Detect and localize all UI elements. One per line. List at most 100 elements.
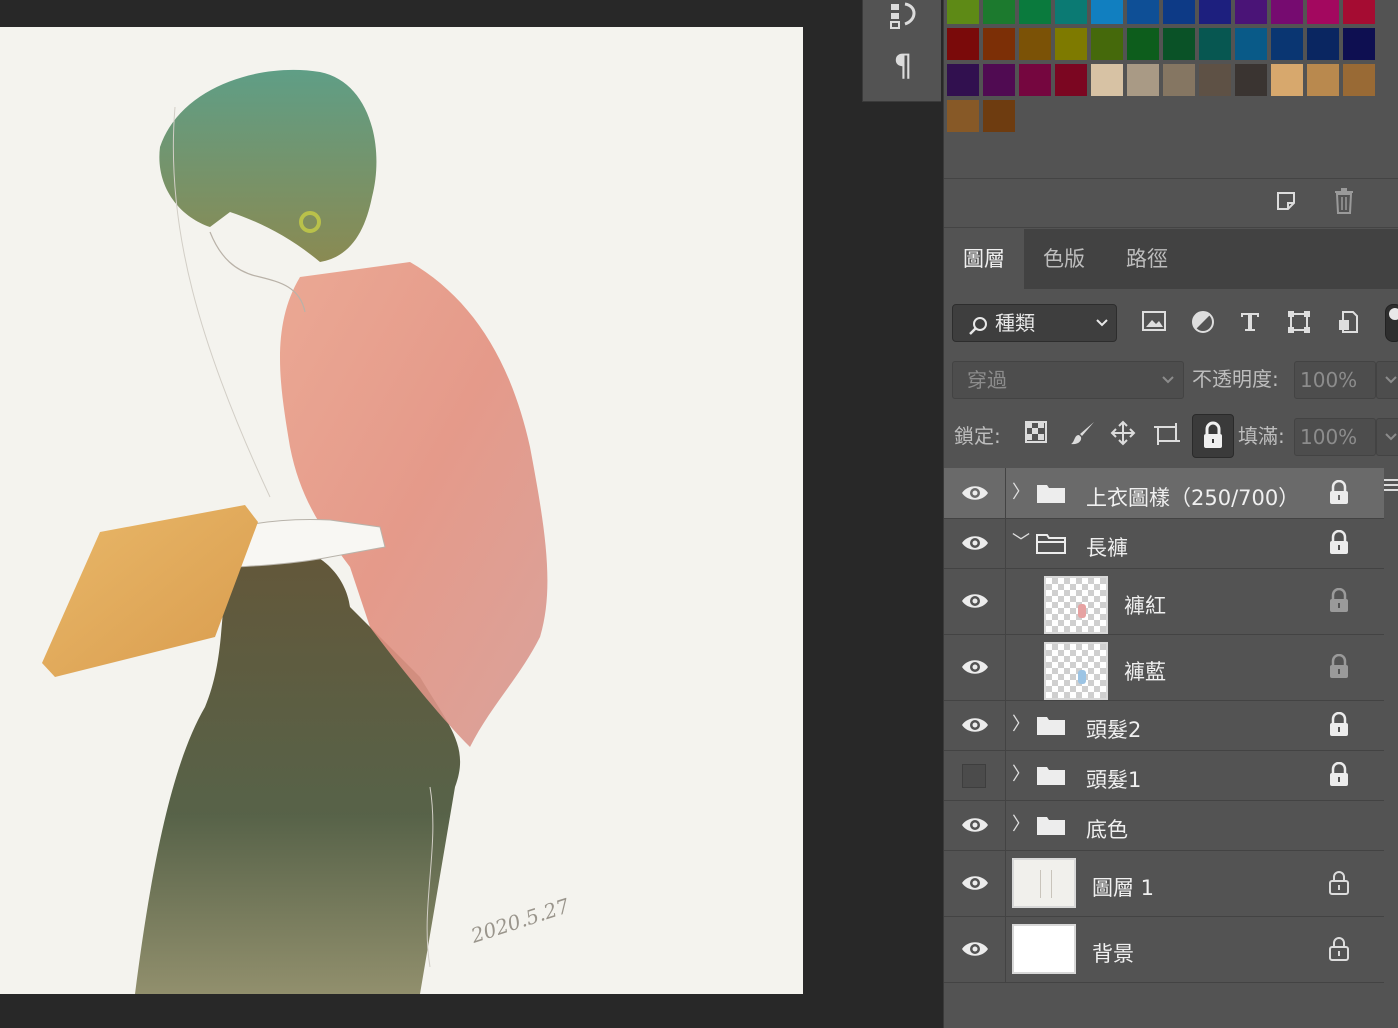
color-swatch[interactable]	[1019, 64, 1051, 96]
layer-row-pants-red[interactable]: 褲紅	[944, 568, 1384, 635]
visibility-separator	[1005, 634, 1006, 700]
color-swatch[interactable]	[1127, 64, 1159, 96]
blend-mode-select[interactable]: 穿過	[952, 361, 1184, 399]
color-swatch[interactable]	[1019, 0, 1051, 24]
color-swatch[interactable]	[983, 0, 1015, 24]
tab-channels[interactable]: 色版	[1024, 229, 1104, 289]
layer-row-pants-blue[interactable]: 褲藍	[944, 634, 1384, 701]
color-swatch[interactable]	[1091, 64, 1123, 96]
color-swatch[interactable]	[947, 0, 979, 24]
color-swatch[interactable]	[1127, 28, 1159, 60]
color-swatch[interactable]	[1235, 0, 1267, 24]
eye-icon[interactable]	[960, 710, 990, 740]
chevron-right-icon[interactable]: 〉	[1012, 813, 1030, 837]
layer-name: 底色	[1086, 818, 1128, 842]
artboard-lock-icon[interactable]	[1152, 420, 1182, 450]
color-swatch[interactable]	[1307, 0, 1339, 24]
lock-label: 鎖定:	[954, 424, 1001, 448]
layer-name: 背景	[1092, 942, 1134, 966]
chevron-right-icon[interactable]: 〉	[1012, 713, 1030, 737]
color-swatch[interactable]	[1055, 28, 1087, 60]
fill-dropdown[interactable]	[1376, 418, 1398, 456]
color-swatch[interactable]	[1199, 0, 1231, 24]
eye-icon[interactable]	[960, 528, 990, 558]
shape-filter-icon[interactable]	[1284, 310, 1314, 340]
color-swatch[interactable]	[1307, 64, 1339, 96]
layer-row-layer-1[interactable]: 圖層 1	[944, 850, 1384, 917]
color-swatch[interactable]	[983, 100, 1015, 132]
color-swatch[interactable]	[1235, 64, 1267, 96]
color-swatch[interactable]	[947, 64, 979, 96]
layer-row-hair-2-group[interactable]: 〉 頭髮2	[944, 700, 1384, 751]
lock-row: 鎖定: 填滿: 100%	[944, 410, 1398, 462]
color-swatch[interactable]	[1271, 28, 1303, 60]
opacity-input[interactable]: 100%	[1294, 361, 1376, 399]
color-swatch[interactable]	[947, 28, 979, 60]
color-swatch[interactable]	[1091, 28, 1123, 60]
layer-row-pants-group[interactable]: ﹀ 長褲	[944, 518, 1384, 569]
layer-row-top-pattern-group[interactable]: 〉 上衣圖樣（250/700）	[944, 468, 1384, 519]
opacity-value: 100%	[1300, 368, 1358, 392]
chevron-down-icon	[1161, 362, 1175, 409]
color-swatch[interactable]	[1163, 28, 1195, 60]
chevron-right-icon[interactable]: 〉	[1012, 481, 1030, 505]
adjustment-filter-icon[interactable]	[1188, 310, 1218, 340]
color-swatch[interactable]	[1163, 64, 1195, 96]
visibility-separator	[1005, 568, 1006, 634]
color-swatch[interactable]	[1271, 0, 1303, 24]
pixel-filter-icon[interactable]	[1139, 310, 1169, 340]
filter-kind-select[interactable]: 種類	[952, 304, 1117, 342]
filter-toggle[interactable]	[1385, 304, 1398, 342]
artwork-canvas[interactable]: 2020.5.27	[0, 27, 803, 994]
layer-row-hair-1-group[interactable]: 〉 頭髮1	[944, 750, 1384, 801]
color-swatch[interactable]	[1055, 0, 1087, 24]
color-swatch[interactable]	[1199, 64, 1231, 96]
eye-icon[interactable]	[960, 934, 990, 964]
color-swatch[interactable]	[1307, 28, 1339, 60]
color-swatch[interactable]	[1091, 0, 1123, 24]
opacity-dropdown[interactable]	[1376, 361, 1398, 399]
color-swatch[interactable]	[1127, 0, 1159, 24]
color-swatch[interactable]	[1343, 0, 1375, 24]
tab-layers[interactable]: 圖層	[944, 229, 1024, 289]
new-swatch-icon[interactable]	[1274, 189, 1298, 213]
lock-icon	[1327, 653, 1351, 680]
visibility-toggle-off[interactable]	[962, 764, 986, 788]
eye-icon[interactable]	[960, 652, 990, 682]
color-swatch[interactable]	[1055, 64, 1087, 96]
lock-transparent-icon[interactable]	[1021, 420, 1051, 450]
lock-all-button[interactable]	[1192, 414, 1234, 458]
brush-icon[interactable]	[1068, 420, 1098, 450]
color-swatch[interactable]	[1343, 28, 1375, 60]
chevron-down-icon	[1384, 362, 1398, 409]
eye-icon[interactable]	[960, 586, 990, 616]
color-swatch[interactable]	[1019, 28, 1051, 60]
smart-object-filter-icon[interactable]	[1333, 310, 1363, 340]
color-swatch[interactable]	[1163, 0, 1195, 24]
type-filter-icon[interactable]	[1235, 310, 1265, 340]
chevron-right-icon[interactable]: 〉	[1012, 763, 1030, 787]
color-swatch[interactable]	[1271, 64, 1303, 96]
tab-paths[interactable]: 路徑	[1106, 229, 1188, 289]
color-swatch[interactable]	[1343, 64, 1375, 96]
trash-icon[interactable]	[1332, 187, 1356, 215]
layer-row-background[interactable]: 背景	[944, 916, 1384, 983]
fill-input[interactable]: 100%	[1294, 418, 1376, 456]
layer-row-base-color-group[interactable]: 〉 底色	[944, 800, 1384, 851]
color-swatch[interactable]	[1235, 28, 1267, 60]
eye-icon[interactable]	[960, 868, 990, 898]
color-swatch[interactable]	[983, 28, 1015, 60]
color-swatch[interactable]	[983, 64, 1015, 96]
chevron-down-icon[interactable]: ﹀	[1012, 531, 1030, 555]
folder-icon	[1036, 714, 1066, 736]
lock-open-icon	[1327, 870, 1351, 896]
paragraph-icon[interactable]: ¶	[887, 50, 919, 84]
layer-thumbnail	[1012, 924, 1076, 974]
eye-icon[interactable]	[960, 478, 990, 508]
color-swatch[interactable]	[1199, 28, 1231, 60]
eye-icon[interactable]	[960, 810, 990, 840]
document-canvas-area[interactable]: 2020.5.27	[0, 0, 862, 1028]
history-icon[interactable]	[887, 0, 919, 34]
move-icon[interactable]	[1108, 420, 1138, 450]
color-swatch[interactable]	[947, 100, 979, 132]
